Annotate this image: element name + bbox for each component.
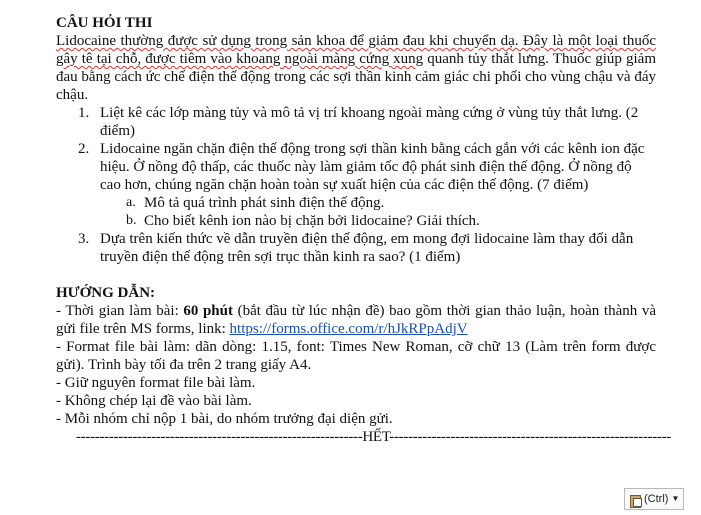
question-item: 1. Liệt kê các lớp màng tủy và mô tả vị … bbox=[56, 104, 656, 140]
clipboard-icon bbox=[629, 493, 642, 508]
end-marker: ----------------------------------------… bbox=[76, 429, 671, 445]
question-number: 1. bbox=[78, 105, 90, 121]
intro-paragraph: Lidocaine thường được sử dụng trong sản … bbox=[56, 32, 656, 104]
question-text: Lidocaine ngăn chặn điện thế động trong … bbox=[100, 141, 645, 193]
guide-time-prefix: - Thời gian làm bài: bbox=[56, 303, 184, 319]
forms-link[interactable]: https://forms.office.com/r/hJkRPpAdjV bbox=[230, 321, 468, 337]
guide-time-bold: 60 phút bbox=[183, 303, 233, 319]
question-text: Liệt kê các lớp màng tủy và mô tả vị trí… bbox=[100, 105, 639, 139]
subquestion-text: Mô tả quá trình phát sinh điện thế động. bbox=[144, 195, 385, 211]
subquestion-item: b. Cho biết kênh ion nào bị chặn bởi lid… bbox=[100, 212, 656, 230]
guide-heading: HƯỚNG DẪN: bbox=[56, 285, 156, 301]
subquestion-letter: a. bbox=[126, 195, 136, 210]
subquestion-text: Cho biết kênh ion nào bị chặn bởi lidoca… bbox=[144, 213, 480, 229]
question-list: 1. Liệt kê các lớp màng tủy và mô tả vị … bbox=[56, 104, 656, 266]
question-number: 2. bbox=[78, 141, 90, 157]
subquestion-letter: b. bbox=[126, 213, 137, 228]
guide-line: - Giữ nguyên format file bài làm. bbox=[56, 375, 256, 391]
question-number: 3. bbox=[78, 231, 90, 247]
guide-line: - Format file bài làm: dãn dòng: 1.15, f… bbox=[56, 339, 656, 373]
exam-title: CÂU HỎI THI bbox=[56, 15, 153, 31]
question-item: 2. Lidocaine ngăn chặn điện thế động tro… bbox=[56, 140, 656, 230]
chevron-down-icon: ▼ bbox=[671, 494, 680, 503]
question-item: 3. Dựa trên kiến thức về dẫn truyền điện… bbox=[56, 230, 656, 266]
guide-line: - Không chép lại đề vào bài làm. bbox=[56, 393, 252, 409]
subquestion-item: a. Mô tả quá trình phát sinh điện thế độ… bbox=[100, 194, 656, 212]
question-text: Dựa trên kiến thức về dẫn truyền điện th… bbox=[100, 231, 634, 265]
document-page: CÂU HỎI THI Lidocaine thường được sử dụn… bbox=[56, 14, 671, 446]
guide-line: - Mỗi nhóm chỉ nộp 1 bài, do nhóm trưởng… bbox=[56, 411, 393, 427]
paste-options-label: (Ctrl) bbox=[644, 493, 669, 505]
subquestion-list: a. Mô tả quá trình phát sinh điện thế độ… bbox=[100, 194, 656, 230]
paste-options-button[interactable]: (Ctrl) ▼ bbox=[624, 488, 685, 510]
guide-time-line: - Thời gian làm bài: 60 phút (bắt đầu từ… bbox=[56, 302, 656, 338]
